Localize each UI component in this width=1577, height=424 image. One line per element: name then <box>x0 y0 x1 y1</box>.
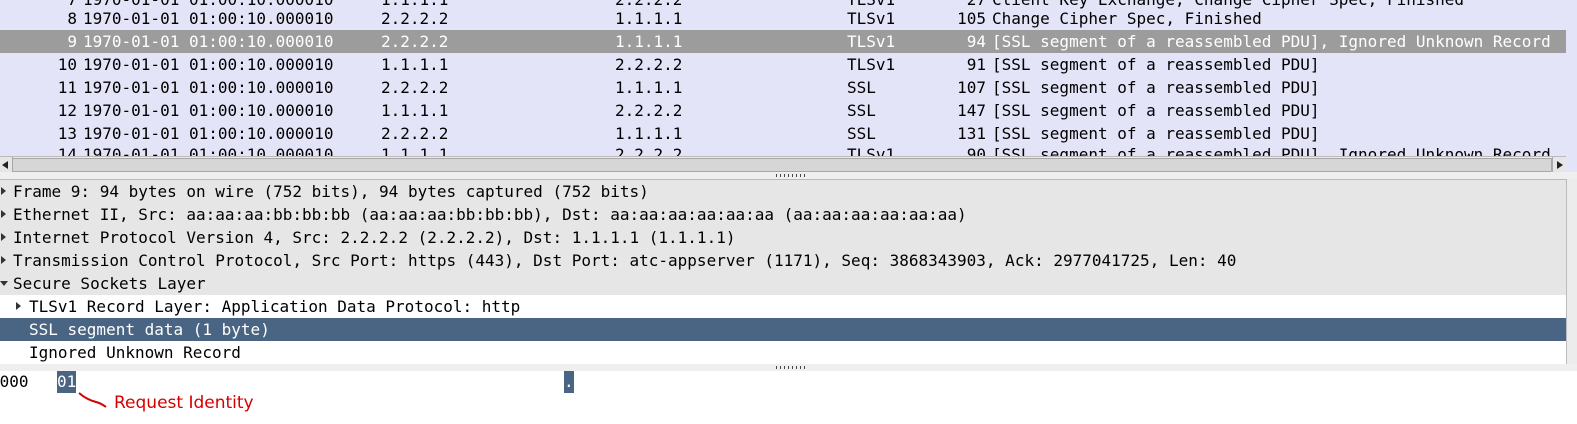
tree-item-label: Frame 9: 94 bytes on wire (752 bits), 94… <box>13 182 649 201</box>
tree-item-ethernet[interactable]: Ethernet II, Src: aa:aa:aa:bb:bb:bb (aa:… <box>0 203 1566 226</box>
packet-source: 1.1.1.1 <box>381 55 449 74</box>
grip-icon <box>776 366 806 369</box>
tree-item-label: Ethernet II, Src: aa:aa:aa:bb:bb:bb (aa:… <box>13 205 967 224</box>
packet-info: Change Cipher Spec, Finished <box>992 9 1262 28</box>
packet-destination: 2.2.2.2 <box>615 55 683 74</box>
packet-row[interactable]: 13 1970-01-01 01:00:10.000010 2.2.2.2 1.… <box>0 122 1566 145</box>
tree-item-label: SSL segment data (1 byte) <box>29 320 270 339</box>
collapse-arrow-icon[interactable] <box>0 281 8 286</box>
arrow-left-icon <box>2 161 8 169</box>
packet-number: 10 <box>57 55 77 74</box>
packet-row[interactable]: 10 1970-01-01 01:00:10.000010 1.1.1.1 2.… <box>0 53 1566 76</box>
packet-time: 1970-01-01 01:00:10.000010 <box>83 78 334 97</box>
packet-length: 131 <box>957 124 986 143</box>
tree-item-label: Internet Protocol Version 4, Src: 2.2.2.… <box>13 228 736 247</box>
packet-number: 9 <box>67 32 77 51</box>
scrollbar-thumb[interactable] <box>12 158 1552 172</box>
tree-item-label: TLSv1 Record Layer: Application Data Pro… <box>29 297 521 316</box>
packet-length: 105 <box>957 9 986 28</box>
packet-protocol: TLSv1 <box>847 32 896 51</box>
tree-item-frame[interactable]: Frame 9: 94 bytes on wire (752 bits), 94… <box>0 180 1566 203</box>
packet-row[interactable]: 8 1970-01-01 01:00:10.000010 2.2.2.2 1.1… <box>0 7 1566 30</box>
packet-bytes-pane[interactable]: 0000 01 . Request Identity <box>0 371 1577 424</box>
packet-row-selected[interactable]: 9 1970-01-01 01:00:10.000010 2.2.2.2 1.1… <box>0 30 1566 53</box>
packet-number: 11 <box>57 78 77 97</box>
packet-row[interactable]: 11 1970-01-01 01:00:10.000010 2.2.2.2 1.… <box>0 76 1566 99</box>
annotation-label: Request Identity <box>114 393 254 413</box>
packet-time: 1970-01-01 01:00:10.000010 <box>83 124 334 143</box>
packet-info: [SSL segment of a reassembled PDU] <box>992 124 1320 143</box>
packet-source: 2.2.2.2 <box>381 124 449 143</box>
packet-source: 2.2.2.2 <box>381 32 449 51</box>
tree-item-tcp[interactable]: Transmission Control Protocol, Src Port:… <box>0 249 1566 272</box>
tree-item-ipv4[interactable]: Internet Protocol Version 4, Src: 2.2.2.… <box>0 226 1566 249</box>
tree-item-ignored-record[interactable]: Ignored Unknown Record <box>0 341 1566 364</box>
packet-source: 1.1.1.1 <box>381 101 449 120</box>
packet-destination: 2.2.2.2 <box>615 101 683 120</box>
packet-destination: 1.1.1.1 <box>615 32 683 51</box>
expand-arrow-icon[interactable] <box>1 187 6 195</box>
tree-item-ssl-segment-data[interactable]: SSL segment data (1 byte) <box>0 318 1566 341</box>
tree-item-label: Transmission Control Protocol, Src Port:… <box>13 251 1237 270</box>
packet-protocol: TLSv1 <box>847 55 896 74</box>
expand-arrow-icon[interactable] <box>1 233 6 241</box>
packet-length: 91 <box>966 55 986 74</box>
grip-icon <box>776 174 806 177</box>
packet-protocol: SSL <box>847 101 876 120</box>
packet-destination: 1.1.1.1 <box>615 124 683 143</box>
packet-length: 107 <box>957 78 986 97</box>
packet-number: 8 <box>67 9 77 28</box>
packet-info: [SSL segment of a reassembled PDU] <box>992 55 1320 74</box>
pane-splitter-bottom[interactable] <box>0 364 1577 371</box>
packet-destination: 1.1.1.1 <box>615 78 683 97</box>
arrow-right-icon <box>1556 160 1563 169</box>
tree-item-label: Ignored Unknown Record <box>29 343 241 362</box>
tree-item-ssl[interactable]: Secure Sockets Layer <box>0 272 1566 295</box>
byte-offset: 0000 <box>0 372 29 391</box>
packet-length: 147 <box>957 101 986 120</box>
packet-source: 2.2.2.2 <box>381 9 449 28</box>
packet-info: [SSL segment of a reassembled PDU] <box>992 101 1320 120</box>
packet-protocol: SSL <box>847 124 876 143</box>
packet-list[interactable]: 7 1970-01-01 01:00:10.000010 1.1.1.1 2.2… <box>0 0 1577 173</box>
packet-number: 13 <box>57 124 77 143</box>
horizontal-scrollbar[interactable] <box>0 156 1566 173</box>
tree-item-tls-record[interactable]: TLSv1 Record Layer: Application Data Pro… <box>0 295 1566 318</box>
packet-time: 1970-01-01 01:00:10.000010 <box>83 55 334 74</box>
packet-time: 1970-01-01 01:00:10.000010 <box>83 101 334 120</box>
byte-ascii-selected[interactable]: . <box>564 371 574 393</box>
byte-hex-selected[interactable]: 01 <box>57 371 77 393</box>
expand-arrow-icon[interactable] <box>1 256 6 264</box>
packet-details-tree[interactable]: Frame 9: 94 bytes on wire (752 bits), 94… <box>0 179 1566 365</box>
packet-protocol: TLSv1 <box>847 9 896 28</box>
packet-protocol: SSL <box>847 78 876 97</box>
packet-row[interactable]: 12 1970-01-01 01:00:10.000010 1.1.1.1 2.… <box>0 99 1566 122</box>
packet-time: 1970-01-01 01:00:10.000010 <box>83 9 334 28</box>
packet-number: 12 <box>57 101 77 120</box>
details-vertical-scrollbar[interactable] <box>1566 179 1577 364</box>
expand-arrow-icon[interactable] <box>16 302 21 310</box>
packet-destination: 1.1.1.1 <box>615 9 683 28</box>
tree-item-label: Secure Sockets Layer <box>13 274 206 293</box>
packet-time: 1970-01-01 01:00:10.000010 <box>83 32 334 51</box>
packet-length: 94 <box>966 32 986 51</box>
packet-info: [SSL segment of a reassembled PDU], Igno… <box>992 32 1551 51</box>
expand-arrow-icon[interactable] <box>1 210 6 218</box>
packet-info: [SSL segment of a reassembled PDU] <box>992 78 1320 97</box>
packet-source: 2.2.2.2 <box>381 78 449 97</box>
pane-splitter-top[interactable] <box>0 172 1577 179</box>
scroll-right-button[interactable] <box>1552 157 1566 172</box>
